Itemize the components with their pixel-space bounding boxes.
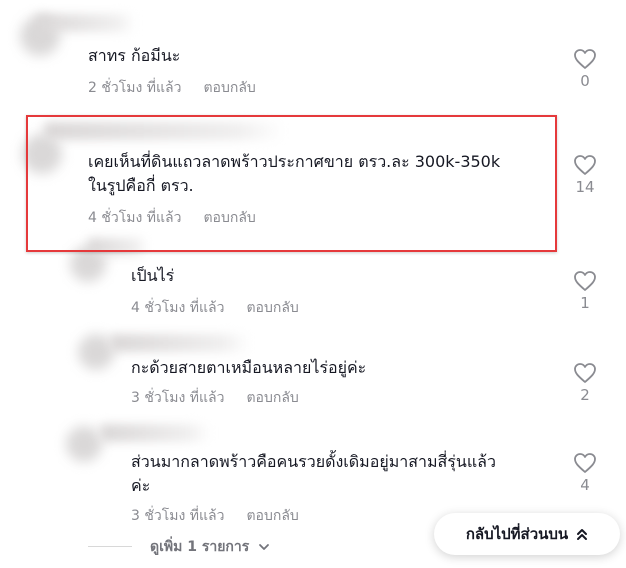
like-control[interactable]: 4 xyxy=(572,452,598,494)
comment-time: 4 ชั่วโมง ที่แล้ว xyxy=(88,210,182,226)
like-control[interactable]: 2 xyxy=(572,362,598,404)
avatar[interactable] xyxy=(66,426,102,462)
comment-text: เป็นไร่ xyxy=(131,266,175,285)
reply-button[interactable]: ตอบกลับ xyxy=(203,210,255,226)
double-chevron-up-icon[interactable] xyxy=(576,527,588,541)
like-control[interactable]: 14 xyxy=(572,154,598,196)
username-blurred[interactable] xyxy=(100,424,210,442)
heart-icon[interactable] xyxy=(573,452,597,474)
comment-time: 2 ชั่วโมง ที่แล้ว xyxy=(88,80,182,96)
reply-item: เป็นไร่ 4 ชั่วโมง ที่แล้ว ตอบกลับ 1 xyxy=(0,238,626,328)
divider xyxy=(88,546,132,547)
heart-icon[interactable] xyxy=(573,154,597,176)
like-count: 2 xyxy=(580,386,590,404)
back-to-top-button[interactable]: กลับไปที่ส่วนบน xyxy=(434,513,620,555)
comment-item: เคยเห็นที่ดินแถวลาดพร้าวประกาศขาย ตรว.ละ… xyxy=(0,118,626,248)
like-count: 4 xyxy=(580,476,590,494)
username-blurred[interactable] xyxy=(44,122,284,140)
username-blurred[interactable] xyxy=(36,14,136,32)
like-control[interactable]: 1 xyxy=(572,270,598,312)
heart-icon[interactable] xyxy=(573,362,597,384)
heart-icon[interactable] xyxy=(573,270,597,292)
heart-icon[interactable] xyxy=(573,48,597,70)
username-blurred[interactable] xyxy=(110,334,250,352)
comment-text: เคยเห็นที่ดินแถวลาดพร้าวประกาศขาย ตรว.ละ… xyxy=(88,152,501,195)
comment-item: สาทร ก้อมีนะ 2 ชั่วโมง ที่แล้ว ตอบกลับ 0 xyxy=(0,0,626,110)
comment-text: ส่วนมากลาดพร้าวคือคนรวยดั้งเดิมอยู่มาสาม… xyxy=(131,452,496,495)
see-more-button[interactable]: ดูเพิ่ม 1 รายการ xyxy=(150,536,270,558)
comment-meta: 3 ชั่วโมง ที่แล้ว ตอบกลับ xyxy=(131,506,299,526)
reply-button[interactable]: ตอบกลับ xyxy=(203,80,255,96)
like-control[interactable]: 0 xyxy=(572,48,598,90)
comment-meta: 4 ชั่วโมง ที่แล้ว ตอบกลับ xyxy=(131,298,299,318)
comment-time: 3 ชั่วโมง ที่แล้ว xyxy=(131,508,225,524)
chevron-down-icon[interactable] xyxy=(258,542,270,552)
avatar[interactable] xyxy=(22,134,62,174)
comment-meta: 2 ชั่วโมง ที่แล้ว ตอบกลับ xyxy=(88,78,256,98)
like-count: 1 xyxy=(580,294,590,312)
like-count: 0 xyxy=(580,72,590,90)
reply-button[interactable]: ตอบกลับ xyxy=(246,300,298,316)
comment-time: 3 ชั่วโมง ที่แล้ว xyxy=(131,390,225,406)
see-more-label[interactable]: ดูเพิ่ม 1 รายการ xyxy=(150,539,249,555)
username-blurred[interactable] xyxy=(88,238,148,256)
see-more-row: ดูเพิ่ม 1 รายการ xyxy=(88,536,428,558)
back-to-top-label[interactable]: กลับไปที่ส่วนบน xyxy=(466,522,568,546)
comment-time: 4 ชั่วโมง ที่แล้ว xyxy=(131,300,225,316)
reply-item: กะด้วยสายตาเหมือนหลายไร่อยู่ค่ะ 3 ชั่วโม… xyxy=(0,330,626,420)
reply-button[interactable]: ตอบกลับ xyxy=(246,508,298,524)
comment-text: กะด้วยสายตาเหมือนหลายไร่อยู่ค่ะ xyxy=(131,358,367,377)
comment-meta: 3 ชั่วโมง ที่แล้ว ตอบกลับ xyxy=(131,388,299,408)
reply-button[interactable]: ตอบกลับ xyxy=(246,390,298,406)
avatar[interactable] xyxy=(78,334,114,370)
like-count: 14 xyxy=(575,178,595,196)
comment-meta: 4 ชั่วโมง ที่แล้ว ตอบกลับ xyxy=(88,208,256,228)
comment-text: สาทร ก้อมีนะ xyxy=(88,46,181,65)
